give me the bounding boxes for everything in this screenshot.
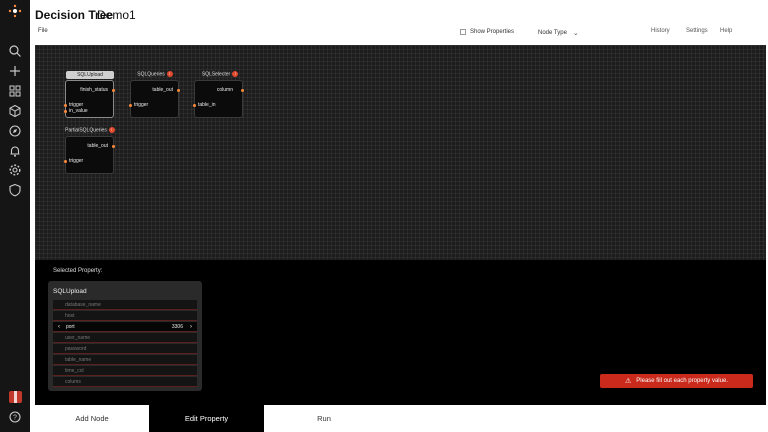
property-field-host[interactable]: host [53,311,197,321]
node-sqlselecter[interactable]: column table_in [193,80,244,118]
property-field-password[interactable]: password [53,344,197,354]
port-label: table_in [198,102,216,108]
node-sqlqueries[interactable]: table_out trigger [129,80,180,118]
node-title-sqlupload: SQLUpload [66,71,114,79]
show-properties-toggle[interactable]: Show Properties [460,29,514,35]
plus-icon[interactable] [8,64,22,78]
property-panel-title: SQLUpload [53,288,87,295]
property-field-database-name[interactable]: database_name [53,300,197,310]
svg-text:?: ? [13,415,17,422]
chevron-right-icon[interactable]: › [190,322,192,332]
node-title-text: PartialSQLQueries [65,127,107,134]
project-name: Demo1 [97,8,136,22]
tab-edit-property[interactable]: Edit Property [149,405,264,432]
port-label: table_out [87,143,108,149]
alert-message: Please fill out each property value. [636,378,728,384]
port-label: in_value [69,108,88,114]
input-port[interactable] [64,160,67,163]
port-label: table_out [152,87,173,93]
selected-property-label: Selected Property: [53,268,103,274]
node-title-text: SQLSelecter [201,71,231,78]
output-port[interactable] [177,89,180,92]
help-link[interactable]: Help [720,28,732,34]
input-port[interactable] [64,110,67,113]
property-field-time-col[interactable]: time_col [53,366,197,376]
property-field-user-name[interactable]: user_name [53,333,197,343]
help-icon[interactable]: ? [8,410,22,424]
input-port[interactable] [193,104,196,107]
port-label: trigger [134,102,149,108]
node-type-dropdown[interactable]: Node Type ⌄ [538,29,579,37]
history-link[interactable]: History [651,28,670,34]
node-title-partialsqlqueries: PartialSQLQueries! [62,127,118,133]
settings-link[interactable]: Settings [686,28,708,34]
node-title-text: SQLQueries [137,71,165,78]
error-badge: ! [166,71,173,77]
property-field-table-name[interactable]: table_name [53,355,197,365]
show-properties-label: Show Properties [470,29,515,35]
left-rail: ? [0,0,30,432]
gear-icon[interactable] [8,163,22,177]
tab-add-node[interactable]: Add Node [35,405,149,432]
error-badge: ! [232,71,239,77]
node-title-sqlqueries: SQLQueries! [132,71,178,77]
port-label: trigger [69,158,84,164]
app-root: ? Decision Tree Demo1 File Show Properti… [0,0,768,432]
search-icon[interactable] [8,44,22,58]
chevron-down-icon: ⌄ [572,30,579,37]
validation-alert: ⚠ Please fill out each property value. [600,374,753,388]
port-field-value[interactable]: 3306 [172,322,183,332]
output-port[interactable] [112,89,115,92]
tab-run[interactable]: Run [264,405,384,432]
gift-icon[interactable] [9,391,22,403]
app-logo-icon[interactable] [8,4,22,18]
chevron-left-icon[interactable]: ‹ [58,322,60,332]
menu-file[interactable]: File [38,28,48,34]
input-port[interactable] [129,104,132,107]
property-field-port[interactable]: ‹ port 3306 › [53,322,197,332]
port-field-label: port [66,324,75,330]
input-port[interactable] [64,104,67,107]
node-type-label: Node Type [538,30,567,36]
bell-icon[interactable] [8,144,22,158]
warning-icon: ⚠ [624,378,632,385]
node-title-sqlselecter: SQLSelecter! [196,71,244,77]
port-label: finish_status [80,87,108,93]
port-label: column [216,87,233,93]
output-port[interactable] [112,145,115,148]
output-port[interactable] [241,89,244,92]
cube-icon[interactable] [8,104,22,118]
shield-icon[interactable] [8,183,22,197]
show-properties-checkbox[interactable] [460,29,466,35]
node-sqlupload[interactable]: finish_status trigger in_value [64,80,115,118]
error-badge: ! [108,127,115,133]
compass-icon[interactable] [8,124,22,138]
node-partialsqlqueries[interactable]: table_out trigger [64,136,115,174]
grid-icon[interactable] [8,84,22,98]
property-field-colums[interactable]: colums [53,377,197,387]
